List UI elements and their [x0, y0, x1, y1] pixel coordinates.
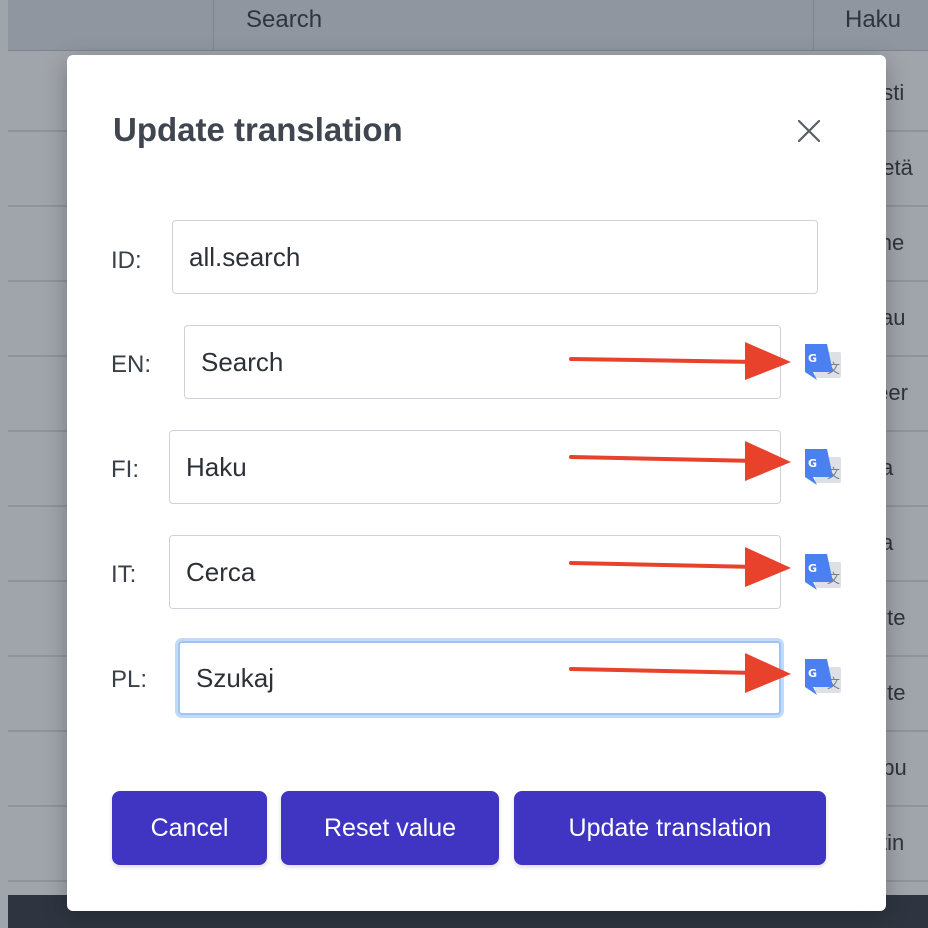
update-translation-button[interactable]: Update translation: [514, 791, 826, 865]
fi-input[interactable]: [169, 430, 781, 504]
google-translate-icon[interactable]: 文 G: [803, 447, 843, 487]
cancel-button[interactable]: Cancel: [112, 791, 267, 865]
it-input[interactable]: [169, 535, 781, 609]
table-header: Search Haku: [8, 0, 928, 51]
en-input[interactable]: [184, 325, 781, 399]
column-divider: [213, 0, 214, 50]
id-label: ID:: [111, 247, 142, 274]
close-button[interactable]: [793, 115, 825, 147]
pl-input[interactable]: [178, 641, 781, 715]
column-header-en: Search: [246, 6, 323, 33]
modal-title: Update translation: [113, 111, 403, 148]
fi-label: FI:: [111, 456, 139, 483]
en-label: EN:: [111, 351, 152, 378]
close-icon: [797, 119, 821, 143]
column-header-fi: Haku: [845, 6, 902, 33]
id-input[interactable]: [172, 220, 818, 294]
google-translate-icon[interactable]: 文 G: [803, 342, 843, 382]
svg-text:G: G: [808, 667, 817, 680]
google-translate-icon[interactable]: 文 G: [803, 552, 843, 592]
pl-label: PL:: [111, 666, 148, 693]
reset-value-button[interactable]: Reset value: [281, 791, 499, 865]
update-translation-modal: Update translation ID: EN: 文 G FI: 文 G I…: [67, 55, 886, 911]
column-divider: [813, 0, 814, 50]
it-label: IT:: [111, 561, 137, 588]
svg-text:G: G: [808, 352, 817, 365]
svg-text:G: G: [808, 562, 817, 575]
svg-text:G: G: [808, 457, 817, 470]
google-translate-icon[interactable]: 文 G: [803, 657, 843, 697]
